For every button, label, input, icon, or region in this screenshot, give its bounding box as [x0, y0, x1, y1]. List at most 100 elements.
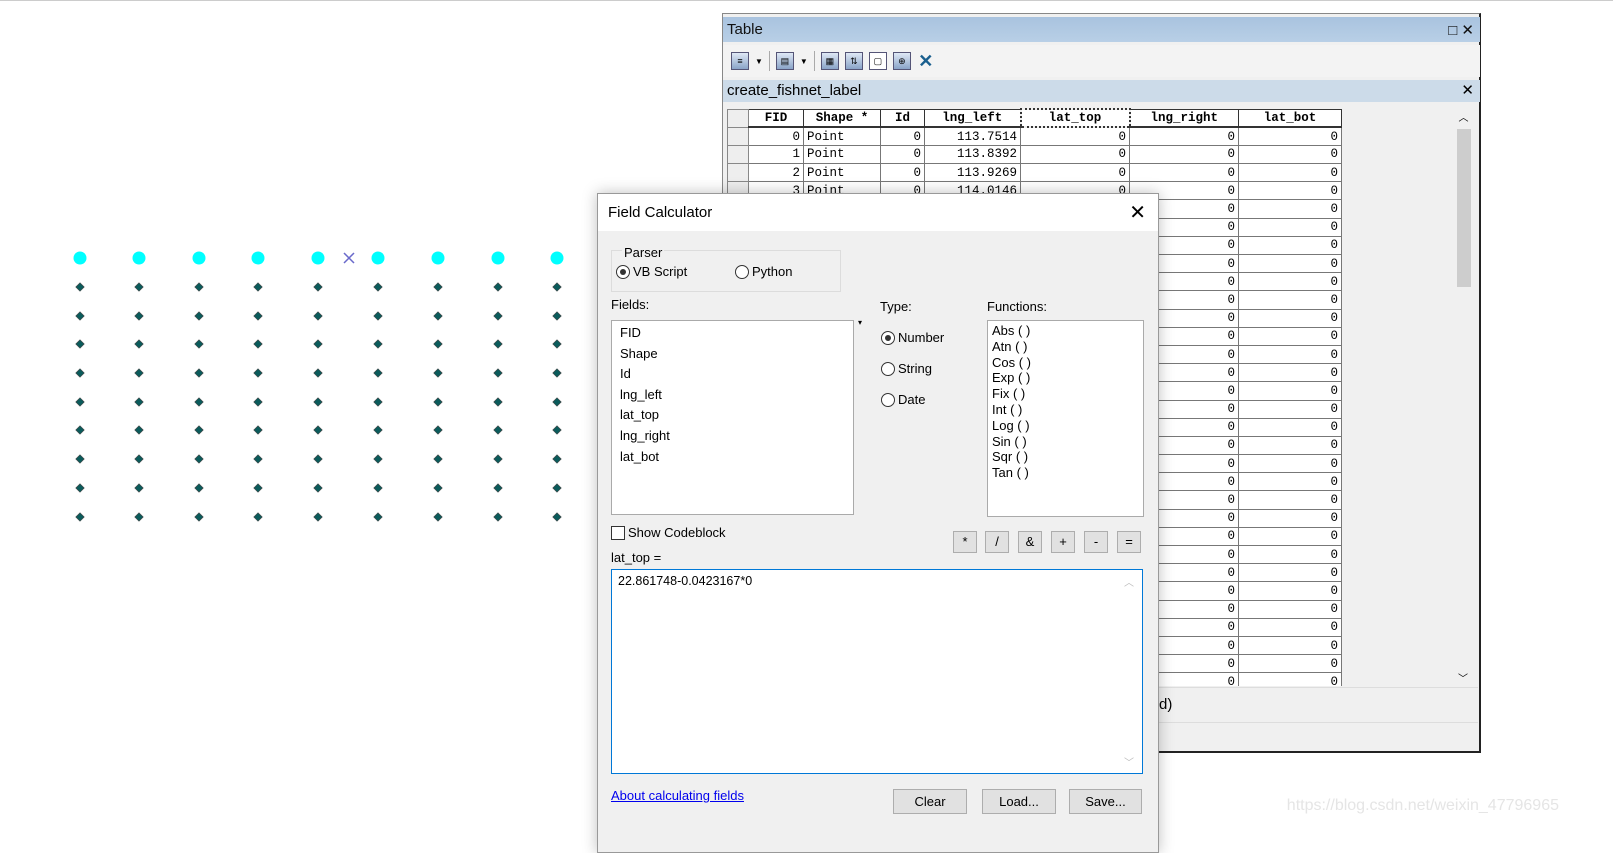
grid-point[interactable]: [134, 512, 144, 522]
table-row[interactable]: 0 Point 0 113.7514 0 0 0: [727, 126, 1342, 146]
grid-point[interactable]: [493, 512, 503, 522]
label-point[interactable]: [251, 251, 265, 265]
grid-point[interactable]: [75, 311, 85, 321]
table-cell[interactable]: 0: [1238, 217, 1342, 237]
function-item[interactable]: Exp ( ): [988, 370, 1143, 386]
table-cell[interactable]: 0: [1238, 308, 1342, 328]
grid-point[interactable]: [373, 311, 383, 321]
vertical-scrollbar[interactable]: ︿ ﹀: [1454, 109, 1473, 687]
label-point[interactable]: [192, 251, 206, 265]
table-cell[interactable]: 0: [1238, 126, 1342, 146]
grid-point[interactable]: [313, 397, 323, 407]
table-cell[interactable]: 0: [1238, 272, 1342, 292]
row-selector[interactable]: [727, 144, 749, 165]
table-cell[interactable]: 0: [1020, 163, 1130, 183]
grid-point[interactable]: [552, 282, 562, 292]
table-cell[interactable]: 113.7514: [924, 126, 1021, 146]
scroll-down-icon[interactable]: ﹀: [1458, 670, 1468, 685]
table-cell[interactable]: 0: [1238, 181, 1342, 201]
table-cell[interactable]: 0: [1238, 672, 1342, 686]
table-options-icon[interactable]: ≡: [731, 52, 749, 70]
table-cell[interactable]: 0: [1129, 163, 1239, 183]
function-item[interactable]: Cos ( ): [988, 355, 1143, 371]
table-row[interactable]: 1 Point 0 113.8392 0 0 0: [727, 144, 1342, 165]
grid-point[interactable]: [75, 425, 85, 435]
table-cell[interactable]: 0: [1238, 344, 1342, 365]
grid-point[interactable]: [373, 512, 383, 522]
table-cell[interactable]: 0: [1238, 363, 1342, 383]
radio-python[interactable]: Python: [735, 264, 792, 279]
grid-point[interactable]: [552, 483, 562, 493]
grid-point[interactable]: [433, 425, 443, 435]
table-cell[interactable]: 113.9269: [924, 163, 1021, 183]
grid-point[interactable]: [493, 425, 503, 435]
table-cell[interactable]: 0: [880, 126, 925, 146]
radio-type-date[interactable]: Date: [881, 392, 925, 407]
grid-point[interactable]: [134, 425, 144, 435]
expression-input[interactable]: 22.861748-0.0423167*0 ︿ ﹀: [611, 569, 1143, 774]
grid-point[interactable]: [134, 454, 144, 464]
operator-button[interactable]: +: [1051, 531, 1075, 553]
grid-point[interactable]: [433, 483, 443, 493]
field-item[interactable]: lat_top: [612, 405, 853, 426]
grid-point[interactable]: [194, 339, 204, 349]
grid-point[interactable]: [253, 425, 263, 435]
function-item[interactable]: Int ( ): [988, 402, 1143, 418]
radio-vbscript[interactable]: VB Script: [616, 264, 687, 279]
grid-point[interactable]: [194, 483, 204, 493]
label-point[interactable]: [132, 251, 146, 265]
grid-point[interactable]: [253, 512, 263, 522]
table-cell[interactable]: 0: [1238, 617, 1342, 637]
grid-point[interactable]: [313, 454, 323, 464]
grid-point[interactable]: [75, 368, 85, 378]
close-tab-icon[interactable]: ✕: [1461, 81, 1474, 99]
table-cell[interactable]: 0: [1238, 163, 1342, 183]
grid-point[interactable]: [134, 397, 144, 407]
grid-point[interactable]: [134, 311, 144, 321]
table-cell[interactable]: 2: [748, 163, 804, 183]
grid-point[interactable]: [75, 512, 85, 522]
grid-point[interactable]: [75, 454, 85, 464]
grid-point[interactable]: [253, 368, 263, 378]
table-cell[interactable]: 0: [1238, 490, 1342, 510]
field-item[interactable]: Id: [612, 364, 853, 385]
grid-point[interactable]: [552, 397, 562, 407]
table-cell[interactable]: 0: [1238, 454, 1342, 474]
grid-point[interactable]: [433, 368, 443, 378]
field-item[interactable]: lng_left: [612, 385, 853, 406]
delete-selected-icon[interactable]: ✕: [917, 52, 935, 70]
table-cell[interactable]: 0: [1238, 472, 1342, 492]
grid-point[interactable]: [552, 368, 562, 378]
close-icon[interactable]: ✕: [1461, 22, 1474, 39]
grid-point[interactable]: [253, 454, 263, 464]
grid-point[interactable]: [552, 311, 562, 321]
about-calculating-fields-link[interactable]: About calculating fields: [611, 788, 744, 803]
grid-point[interactable]: [194, 425, 204, 435]
table-cell[interactable]: 0: [1020, 144, 1130, 165]
grid-point[interactable]: [493, 368, 503, 378]
operator-button[interactable]: -: [1084, 531, 1108, 553]
grid-point[interactable]: [253, 397, 263, 407]
label-point[interactable]: [371, 251, 385, 265]
column-header[interactable]: lat_top: [1019, 108, 1131, 129]
grid-point[interactable]: [493, 282, 503, 292]
grid-point[interactable]: [75, 483, 85, 493]
grid-point[interactable]: [373, 425, 383, 435]
table-cell[interactable]: 0: [1238, 435, 1342, 456]
grid-point[interactable]: [433, 311, 443, 321]
expression-scrollbar[interactable]: ︿ ﹀: [1124, 574, 1138, 769]
row-selector[interactable]: [727, 126, 749, 146]
grid-point[interactable]: [134, 483, 144, 493]
dialog-titlebar[interactable]: Field Calculator ✕: [598, 194, 1158, 231]
function-item[interactable]: Sin ( ): [988, 434, 1143, 450]
show-codeblock-checkbox[interactable]: Show Codeblock: [611, 525, 726, 540]
radio-type-number[interactable]: Number: [881, 330, 944, 345]
function-item[interactable]: Abs ( ): [988, 323, 1143, 339]
grid-point[interactable]: [373, 483, 383, 493]
table-cell[interactable]: 0: [1238, 417, 1342, 437]
grid-point[interactable]: [373, 454, 383, 464]
grid-point[interactable]: [373, 368, 383, 378]
grid-point[interactable]: [194, 397, 204, 407]
column-header[interactable]: FID: [748, 108, 804, 129]
table-cell[interactable]: 0: [1238, 635, 1342, 656]
